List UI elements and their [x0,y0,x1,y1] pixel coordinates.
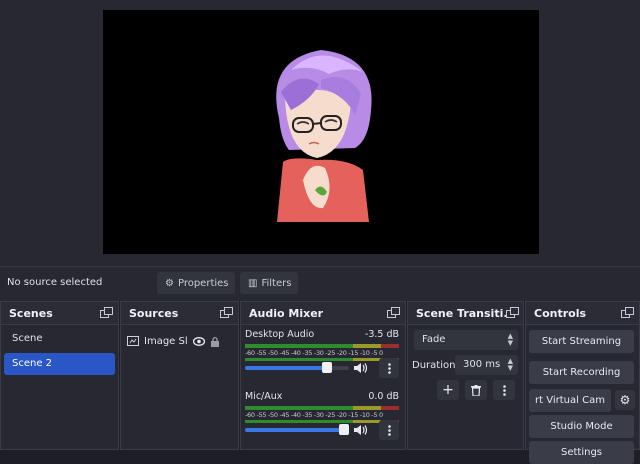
source-item[interactable]: Image Slic [127,330,235,352]
sources-dock: Sources Image Slic [120,301,239,450]
undock-icon[interactable] [220,307,233,318]
sources-title: Sources [129,306,179,320]
scene-item-selected[interactable]: Scene 2 [4,353,115,375]
volume-slider[interactable] [245,362,349,373]
trash-icon [471,384,481,396]
duration-label: Duration [412,360,456,371]
audio-mixer-dock: Audio Mixer Desktop Audio -3.5 dB -60 -5… [240,301,406,450]
duration-spinbox[interactable]: 300 ms ▲ ▼ [455,355,518,375]
controls-dock: Controls Start Streaming Start Recording… [525,301,640,464]
audio-mixer-title: Audio Mixer [249,306,324,320]
volume-meter [245,420,399,423]
volume-meter [245,358,399,361]
duration-value: 300 ms [463,359,501,370]
eye-icon[interactable] [193,336,205,346]
scene-transitions-title: Scene Transiti... [416,306,507,320]
source-toolbar: No source selected ⚙ Properties ▥ Filter… [0,266,640,301]
start-streaming-button[interactable]: Start Streaming [529,330,634,353]
studio-mode-button[interactable]: Studio Mode [529,415,634,438]
scenes-title: Scenes [9,306,53,320]
transition-select[interactable]: Fade ▲ ▼ [414,330,518,350]
scene-item[interactable]: Scene [4,328,115,350]
scene-transitions-header: Scene Transiti... [408,302,523,325]
source-label: Image Slic [144,335,188,347]
sources-header: Sources [121,302,238,325]
preview-canvas[interactable] [103,10,539,254]
mixer-channel-mic: Mic/Aux 0.0 dB -60 -55 -50 -45 -40 -35 -… [245,391,399,449]
channel-menu-button[interactable] [379,420,399,440]
transition-menu-button[interactable] [493,380,515,400]
controls-title: Controls [534,306,587,320]
kebab-icon [387,424,391,436]
undock-icon[interactable] [621,307,634,318]
gear-icon: ⚙ [165,277,174,289]
channel-menu-button[interactable] [379,358,399,378]
undock-icon[interactable] [100,307,113,318]
volume-meter [245,344,399,348]
audio-mixer-header: Audio Mixer [241,302,405,325]
filter-icon: ▥ [248,277,258,289]
no-source-label: No source selected [7,277,103,288]
scene-transitions-dock: Scene Transiti... Fade ▲ ▼ Duration 300 m… [407,301,524,450]
scenes-header: Scenes [1,302,118,325]
image-slideshow-icon [127,336,139,346]
meter-ticks: -60 -55 -50 -45 -40 -35 -30 -25 -20 -15 … [245,411,383,419]
start-recording-button[interactable]: Start Recording [529,361,634,384]
speaker-icon[interactable] [353,362,369,374]
transition-value: Fade [422,334,446,345]
undock-icon[interactable] [387,307,400,318]
channel-name: Desktop Audio [245,329,315,340]
properties-button[interactable]: ⚙ Properties [157,272,235,294]
lock-icon[interactable] [210,336,220,347]
preview-area [0,0,640,266]
undock-icon[interactable] [506,307,519,318]
meter-ticks: -60 -55 -50 -45 -40 -35 -30 -25 -20 -15 … [245,349,383,357]
spin-arrows-icon: ▲ ▼ [507,357,513,372]
start-virtual-cam-button[interactable]: rt Virtual Cam [529,389,611,412]
channel-db: 0.0 dB [368,391,399,402]
settings-button[interactable]: Settings [529,441,634,464]
anime-character-image [276,50,372,222]
volume-slider[interactable] [245,424,349,435]
mixer-channel-desktop: Desktop Audio -3.5 dB -60 -55 -50 -45 -4… [245,329,399,387]
gear-icon: ⚙ [619,393,631,407]
scenes-dock: Scenes Scene Scene 2 [0,301,119,450]
speaker-icon[interactable] [353,424,369,436]
controls-header: Controls [526,302,639,325]
plus-icon: + [442,382,454,398]
kebab-icon [387,362,391,374]
spin-arrows-icon: ▲ ▼ [507,332,513,347]
channel-name: Mic/Aux [245,391,283,402]
filters-button[interactable]: ▥ Filters [240,272,298,294]
channel-db: -3.5 dB [364,329,399,340]
properties-label: Properties [177,277,229,289]
kebab-icon [502,384,506,396]
virtual-cam-settings-button[interactable]: ⚙ [615,390,635,410]
remove-transition-button[interactable] [465,380,487,400]
filters-label: Filters [261,277,292,289]
volume-meter [245,406,399,410]
add-transition-button[interactable]: + [437,380,459,400]
